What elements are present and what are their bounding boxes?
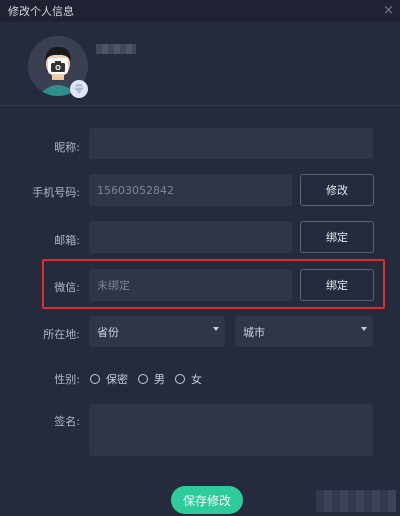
phone-label: 手机号码: <box>32 186 80 199</box>
gender-option-male[interactable]: 男 <box>138 371 165 387</box>
province-select[interactable]: 省份 <box>89 316 225 347</box>
save-button[interactable]: 保存修改 <box>171 486 243 514</box>
gender-option-label: 男 <box>154 373 165 386</box>
gender-label: 性别: <box>54 373 80 386</box>
radio-circle[interactable] <box>138 374 148 384</box>
gender-option-label: 保密 <box>106 373 128 386</box>
location-label: 所在地: <box>43 328 80 341</box>
nickname-label: 昵称: <box>54 141 80 154</box>
city-value: 城市 <box>243 325 265 339</box>
signature-label: 签名: <box>54 415 80 428</box>
watermark-blur <box>316 490 396 512</box>
nickname-input[interactable] <box>89 128 373 159</box>
province-value: 省份 <box>97 325 119 339</box>
gender-option-secret[interactable]: 保密 <box>90 371 128 387</box>
window-title: 修改个人信息 <box>8 5 74 18</box>
diamond-icon <box>70 80 88 98</box>
camera-icon[interactable] <box>48 58 68 74</box>
city-select[interactable]: 城市 <box>235 316 373 347</box>
close-icon[interactable]: × <box>383 3 394 19</box>
wechat-input[interactable]: 未绑定 <box>89 269 292 301</box>
wechat-label: 微信: <box>54 281 80 294</box>
bind-wechat-button[interactable]: 绑定 <box>300 269 374 301</box>
signature-textarea[interactable] <box>89 404 373 456</box>
change-phone-button[interactable]: 修改 <box>300 174 374 206</box>
chevron-down-icon <box>213 327 219 331</box>
bind-email-button[interactable]: 绑定 <box>300 221 374 253</box>
radio-circle[interactable] <box>90 374 100 384</box>
email-label: 邮箱: <box>54 234 80 247</box>
gender-option-label: 女 <box>191 373 202 386</box>
title-bar: 修改个人信息 × <box>0 0 400 22</box>
email-input[interactable] <box>89 221 292 253</box>
profile-header <box>0 22 400 106</box>
gender-option-female[interactable]: 女 <box>175 371 202 387</box>
phone-input[interactable]: 15603052842 <box>89 174 292 206</box>
radio-circle[interactable] <box>175 374 185 384</box>
chevron-down-icon <box>361 327 367 331</box>
gender-radio-group: 保密 男 女 <box>90 371 212 387</box>
username-blurred <box>96 44 136 54</box>
